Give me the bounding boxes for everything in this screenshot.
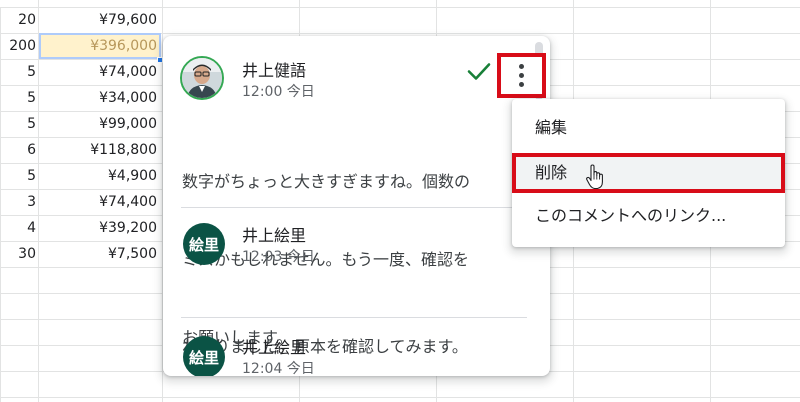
author-avatar: 絵里	[183, 336, 225, 376]
author-avatar: 絵里	[183, 223, 225, 265]
price-cell[interactable]: ¥39,200	[39, 215, 161, 241]
more-vertical-icon	[519, 62, 524, 89]
price-cell[interactable]: ¥4,900	[39, 163, 161, 189]
menu-item-link-to-comment[interactable]: このコメントへのリンク...	[512, 196, 785, 236]
price-cell[interactable]: ¥118,800	[39, 137, 161, 163]
price-cell[interactable]: ¥7,500	[39, 241, 161, 267]
price-cell[interactable]: ¥79,600	[39, 7, 161, 33]
comment-author: 井上絵里	[242, 226, 307, 245]
quantity-cell[interactable]: 200	[0, 33, 38, 59]
quantity-cell[interactable]: 5	[0, 111, 38, 137]
price-cell[interactable]: ¥74,000	[39, 59, 161, 85]
person-photo-icon	[182, 58, 222, 98]
comment-divider	[181, 207, 527, 208]
quantity-cell[interactable]: 5	[0, 163, 38, 189]
comment-thread-panel: 井上健語 12:00 今日 数字がちょっと大きすぎますね。個数の ミスかもしれま…	[163, 36, 550, 376]
check-icon[interactable]	[466, 58, 492, 84]
comment-author: 井上健語	[242, 61, 307, 80]
selected-price-cell[interactable]: ¥396,000	[39, 33, 161, 59]
price-cell[interactable]: ¥34,000	[39, 85, 161, 111]
comment-body: わかりました。原本を確認してみます。	[182, 337, 468, 356]
comment-timestamp: 12:04 今日	[242, 361, 315, 376]
price-cell[interactable]: ¥74,400	[39, 189, 161, 215]
quantity-cell[interactable]: 30	[0, 241, 38, 267]
price-cell[interactable]: ¥99,000	[39, 111, 161, 137]
table-row: 20 ¥79,600	[0, 7, 800, 33]
more-options-button[interactable]	[497, 53, 546, 98]
hand-pointer-icon	[586, 164, 603, 190]
comment-timestamp: 12:03 今日	[242, 249, 315, 265]
quantity-cell[interactable]: 6	[0, 137, 38, 163]
quantity-cell[interactable]: 5	[0, 59, 38, 85]
comment-timestamp: 12:00 今日	[242, 84, 315, 100]
comment-options-menu: 編集 削除 このコメントへのリンク...	[512, 99, 785, 247]
author-avatar-photo	[180, 56, 224, 100]
comment-author: 井上絵里	[242, 338, 307, 357]
quantity-cell[interactable]: 20	[0, 7, 38, 33]
quantity-cell[interactable]: 4	[0, 215, 38, 241]
quantity-cell[interactable]: 5	[0, 85, 38, 111]
menu-item-edit[interactable]: 編集	[512, 108, 785, 148]
quantity-cell[interactable]: 3	[0, 189, 38, 215]
comment-divider	[181, 317, 527, 318]
menu-item-delete[interactable]: 削除	[512, 153, 785, 193]
